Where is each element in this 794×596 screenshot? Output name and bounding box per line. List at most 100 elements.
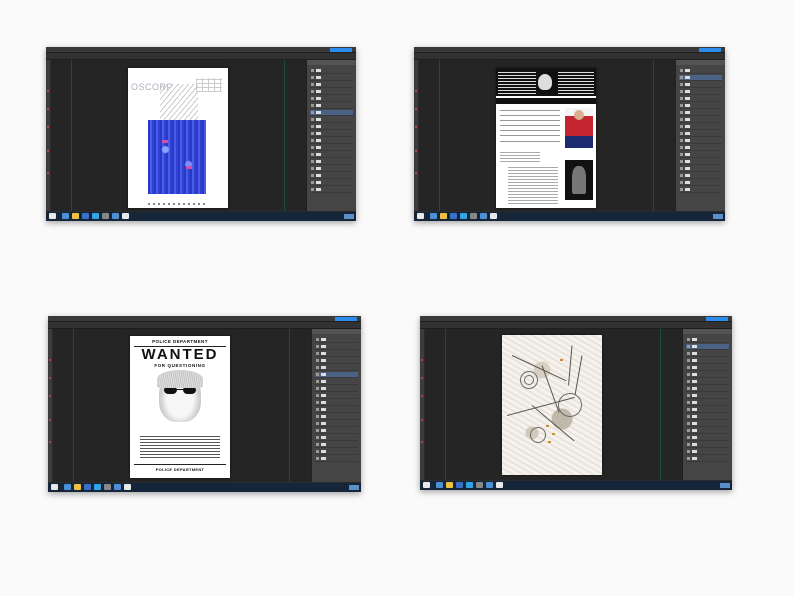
eye-icon[interactable] xyxy=(687,345,690,348)
layer-row[interactable] xyxy=(686,372,729,378)
workspace-switcher-button[interactable] xyxy=(706,317,728,321)
eye-icon[interactable] xyxy=(687,338,690,341)
layer-row[interactable] xyxy=(310,68,353,74)
layer-row[interactable] xyxy=(686,393,729,399)
eye-icon[interactable] xyxy=(311,97,314,100)
layers-panel[interactable] xyxy=(306,60,356,211)
layers-panel[interactable] xyxy=(675,60,725,211)
layer-row[interactable] xyxy=(679,138,722,144)
layer-row[interactable] xyxy=(679,103,722,109)
layer-row[interactable] xyxy=(310,173,353,179)
layer-row[interactable] xyxy=(686,435,729,441)
taskbar-app-icon[interactable] xyxy=(92,213,99,219)
layer-row[interactable] xyxy=(686,365,729,371)
taskbar-app-icon[interactable] xyxy=(62,213,69,219)
layer-row[interactable] xyxy=(686,358,729,364)
taskbar-app-icon[interactable] xyxy=(476,482,483,488)
eye-icon[interactable] xyxy=(687,450,690,453)
start-button[interactable] xyxy=(51,484,58,490)
layer-row[interactable] xyxy=(315,456,358,462)
eye-icon[interactable] xyxy=(687,443,690,446)
eye-icon[interactable] xyxy=(316,415,319,418)
layer-row[interactable] xyxy=(679,124,722,130)
clock-icon[interactable] xyxy=(349,485,359,490)
eye-icon[interactable] xyxy=(311,83,314,86)
tools-panel[interactable] xyxy=(420,329,424,480)
options-bar[interactable] xyxy=(48,322,361,329)
layer-row[interactable] xyxy=(686,337,729,343)
layer-row[interactable] xyxy=(679,117,722,123)
workspace-switcher-button[interactable] xyxy=(330,48,352,52)
clock-icon[interactable] xyxy=(713,214,723,219)
taskbar-app-icon[interactable] xyxy=(430,213,437,219)
layer-row[interactable] xyxy=(679,159,722,165)
tools-panel[interactable] xyxy=(48,329,52,482)
eye-icon[interactable] xyxy=(311,188,314,191)
layer-row[interactable] xyxy=(686,379,729,385)
layer-row[interactable] xyxy=(315,407,358,413)
layer-row[interactable] xyxy=(679,82,722,88)
panel-tabs[interactable] xyxy=(307,60,356,65)
start-button[interactable] xyxy=(417,213,424,219)
taskbar-app-icon[interactable] xyxy=(82,213,89,219)
eye-icon[interactable] xyxy=(316,366,319,369)
tools-panel[interactable] xyxy=(414,60,418,211)
layer-row[interactable] xyxy=(679,89,722,95)
layer-row[interactable] xyxy=(686,407,729,413)
taskbar-app-icon[interactable] xyxy=(460,213,467,219)
layer-row[interactable] xyxy=(679,180,722,186)
layer-row[interactable] xyxy=(315,421,358,427)
eye-icon[interactable] xyxy=(316,359,319,362)
eye-icon[interactable] xyxy=(316,380,319,383)
layer-row[interactable] xyxy=(310,187,353,193)
canvas-area[interactable]: POLICE DEPARTMENT WANTED FOR QUESTIONING… xyxy=(53,329,311,482)
eye-icon[interactable] xyxy=(680,76,683,79)
layer-row-selected[interactable] xyxy=(310,110,353,116)
eye-icon[interactable] xyxy=(311,132,314,135)
eye-icon[interactable] xyxy=(316,352,319,355)
eye-icon[interactable] xyxy=(680,160,683,163)
eye-icon[interactable] xyxy=(680,97,683,100)
eye-icon[interactable] xyxy=(687,408,690,411)
start-button[interactable] xyxy=(49,213,56,219)
taskbar-app-icon[interactable] xyxy=(102,213,109,219)
taskbar-app-icon[interactable] xyxy=(64,484,71,490)
layer-row[interactable] xyxy=(315,442,358,448)
layer-row[interactable] xyxy=(679,166,722,172)
taskbar-app-icon[interactable] xyxy=(466,482,473,488)
eye-icon[interactable] xyxy=(311,111,314,114)
taskbar-app-icon[interactable] xyxy=(104,484,111,490)
taskbar-app-icon[interactable] xyxy=(436,482,443,488)
layer-row[interactable] xyxy=(315,337,358,343)
eye-icon[interactable] xyxy=(316,345,319,348)
taskbar-app-icon[interactable] xyxy=(446,482,453,488)
layers-panel[interactable] xyxy=(682,329,732,480)
eye-icon[interactable] xyxy=(316,373,319,376)
eye-icon[interactable] xyxy=(687,387,690,390)
eye-icon[interactable] xyxy=(311,167,314,170)
layer-row[interactable] xyxy=(310,152,353,158)
layer-row[interactable] xyxy=(310,180,353,186)
eye-icon[interactable] xyxy=(311,118,314,121)
eye-icon[interactable] xyxy=(680,111,683,114)
eye-icon[interactable] xyxy=(316,408,319,411)
eye-icon[interactable] xyxy=(311,69,314,72)
taskbar-app-icon[interactable] xyxy=(440,213,447,219)
eye-icon[interactable] xyxy=(687,429,690,432)
workspace-switcher-button[interactable] xyxy=(699,48,721,52)
layer-row[interactable] xyxy=(310,138,353,144)
eye-icon[interactable] xyxy=(687,422,690,425)
layer-row[interactable] xyxy=(315,400,358,406)
clock-icon[interactable] xyxy=(344,214,354,219)
eye-icon[interactable] xyxy=(311,139,314,142)
layer-row[interactable] xyxy=(679,96,722,102)
layer-row[interactable] xyxy=(679,145,722,151)
eye-icon[interactable] xyxy=(687,359,690,362)
layer-row[interactable] xyxy=(315,449,358,455)
taskbar-app-icon[interactable] xyxy=(490,213,497,219)
layer-row[interactable] xyxy=(686,421,729,427)
layer-row[interactable] xyxy=(310,166,353,172)
taskbar-app-icon[interactable] xyxy=(450,213,457,219)
layer-row[interactable] xyxy=(310,96,353,102)
eye-icon[interactable] xyxy=(311,181,314,184)
